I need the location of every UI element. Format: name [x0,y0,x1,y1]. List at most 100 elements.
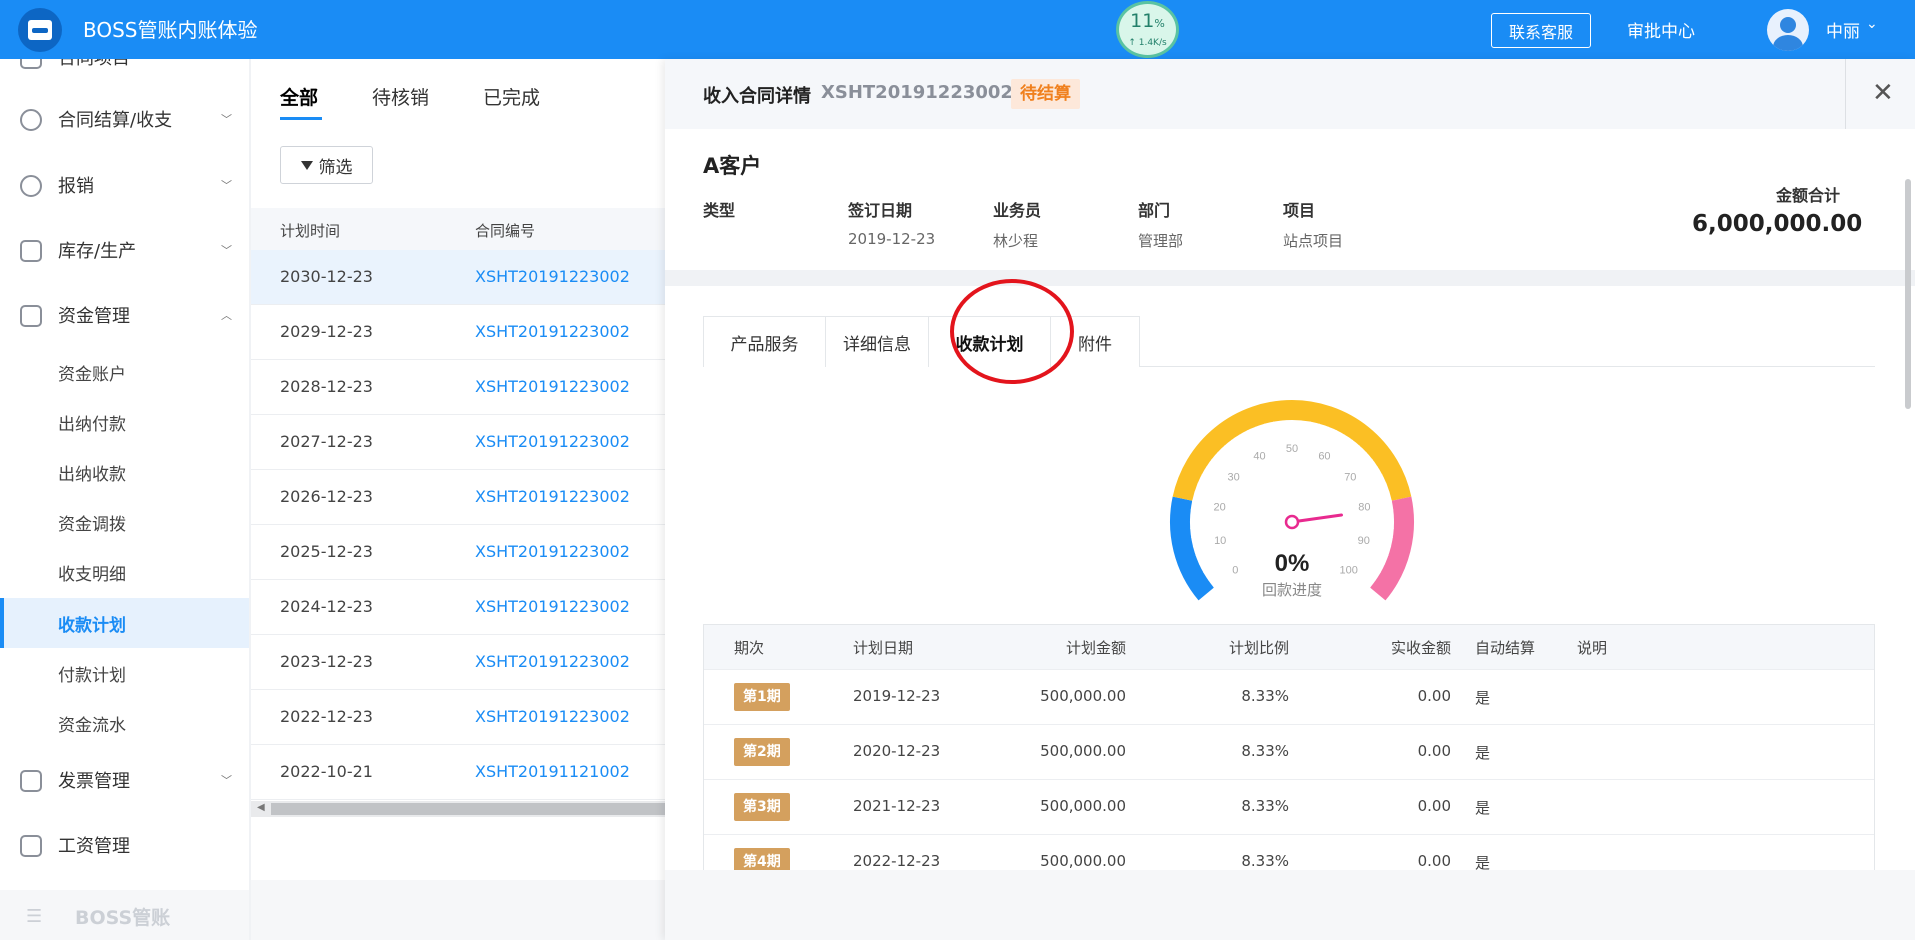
gauge-tick [1341,434,1346,440]
plan-amount: 500,000.00 [1040,852,1126,870]
schedule-row: 第2期 2020-12-23 500,000.00 8.33% 0.00 是 [704,724,1874,779]
gauge-tick [1197,482,1203,486]
info-sign-date: 签订日期 2019-12-23 [848,197,935,248]
tab-product-service[interactable]: 产品服务 [703,316,826,367]
contract-no-link[interactable]: XSHT20191223002 [475,542,630,561]
total-amount-label: 金额合计 [1776,186,1841,205]
contract-no-link[interactable]: XSHT20191223002 [475,597,630,616]
plan-ratio: 8.33% [1241,797,1289,815]
drawer-footer [665,870,1915,940]
contract-no-link[interactable]: XSHT20191121002 [475,762,630,781]
info-label: 类型 [703,201,736,220]
tab-all[interactable]: 全部 [280,83,318,110]
gauge-tick [1382,543,1392,548]
user-avatar[interactable] [1767,9,1809,51]
sidebar-item-label: 报销 [58,176,94,197]
plan-time: 2022-12-23 [280,707,373,726]
tab-detail-info[interactable]: 详细信息 [825,316,929,367]
plan-ratio: 8.33% [1241,742,1289,760]
receipt-schedule-table: 期次 计划日期 计划金额 计划比例 实收金额 自动结算 说明 第1期 2019-1… [703,624,1875,870]
info-label: 项目 [1283,201,1316,220]
contract-no-link[interactable]: XSHT20191223002 [475,487,630,506]
sidebar-item-receipt-plan[interactable]: 收款计划 [0,598,249,648]
filter-button[interactable]: 筛选 [280,146,373,184]
gauge-tick [1255,426,1259,432]
schedule-row: 第4期 2022-12-23 500,000.00 8.33% 0.00 是 [704,834,1874,870]
plan-amount: 500,000.00 [1040,687,1126,705]
close-icon[interactable]: ✕ [1872,78,1894,108]
table-row[interactable]: 2023-12-23 XSHT20191223002 [251,635,665,690]
sidebar-item-income-expense[interactable]: 收支明细 [0,547,249,597]
sidebar-collapse-footer[interactable]: ☰ BOSS管账 [0,890,249,940]
chevron-down-icon: ﹀ [221,244,232,257]
yen-icon [20,175,42,197]
sidebar-item-reimbursement[interactable]: 报销 ﹀ [0,165,249,205]
table-row[interactable]: 2026-12-23 XSHT20191223002 [251,470,665,525]
sidebar-item-cashier-payment[interactable]: 出纳付款 [0,397,249,447]
auto-settle: 是 [1475,854,1491,870]
received-amount: 0.00 [1417,797,1451,815]
table-row[interactable]: 2022-12-23 XSHT20191223002 [251,690,665,745]
gauge-tick [1217,451,1222,456]
network-percent: 11 [1130,10,1155,32]
table-row[interactable]: 2027-12-23 XSHT20191223002 [251,415,665,470]
table-row[interactable]: 2029-12-23 XSHT20191223002 [251,305,665,360]
scrollbar-thumb[interactable] [271,803,665,815]
gauge-tick [1198,561,1204,565]
column-plan-time: 计划时间 [280,222,341,240]
filter-label: 筛选 [318,157,353,178]
plan-date: 2019-12-23 [853,687,941,705]
sidebar-item-contract-settlement[interactable]: 合同结算/收支 ﹀ [0,99,249,139]
gauge-tick-label: 90 [1358,535,1370,547]
collection-progress-gauge: 0 10 20 30 40 50 60 70 80 90 100 0% 回款进度 [1170,400,1414,601]
user-name[interactable]: 中丽 [1826,17,1860,42]
info-value: 林少程 [993,232,1039,250]
tab-completed[interactable]: 已完成 [483,83,540,110]
gauge-tick-label: 0 [1232,565,1238,577]
contract-no-link[interactable]: XSHT20191223002 [475,652,630,671]
tab-pending[interactable]: 待核销 [372,83,429,110]
sidebar-item-contract-project[interactable]: 合同项目 [0,59,249,77]
schedule-row: 第3期 2021-12-23 500,000.00 8.33% 0.00 是 [704,779,1874,834]
sidebar-item-salary[interactable]: 工资管理 [0,825,249,865]
table-row[interactable]: 2030-12-23 XSHT20191223002 [251,250,665,305]
contract-no-link[interactable]: XSHT20191223002 [475,267,630,286]
chevron-down-icon[interactable]: ⌄ [1866,16,1878,32]
gauge-tick [1246,429,1252,439]
sidebar-item-cashier-receipt[interactable]: 出纳收款 [0,447,249,497]
gauge-tick [1309,421,1311,427]
horizontal-scrollbar[interactable]: ◀ [251,801,665,817]
period-badge: 第3期 [734,793,790,821]
contract-no-link[interactable]: XSHT20191223002 [475,707,630,726]
approval-center-link[interactable]: 审批中心 [1627,17,1695,42]
table-row[interactable]: 2024-12-23 XSHT20191223002 [251,580,665,635]
plan-time: 2024-12-23 [280,597,373,616]
contract-no-link[interactable]: XSHT20191223002 [475,432,630,451]
table-row[interactable]: 2022-10-21 XSHT20191121002 [251,745,665,800]
plan-time: 2026-12-23 [280,487,373,506]
scroll-left-icon[interactable]: ◀ [257,802,265,813]
contact-service-button[interactable]: 联系客服 [1491,13,1591,48]
gauge-pivot [1284,514,1300,530]
schedule-row: 第1期 2019-12-23 500,000.00 8.33% 0.00 是 [704,669,1874,724]
sidebar-item-fund-transfer[interactable]: 资金调拨 [0,497,249,547]
contract-no-link[interactable]: XSHT20191223002 [475,322,630,341]
gauge-tick [1195,553,1201,557]
gauge-tick-label: 20 [1213,502,1225,514]
gauge-tick [1382,500,1392,504]
salary-icon [20,835,42,857]
sidebar-item-fund-account[interactable]: 资金账户 [0,347,249,397]
column-plan-amount: 计划金额 [1065,639,1126,657]
sidebar-item-fund-flow[interactable]: 资金流水 [0,698,249,748]
plan-time: 2028-12-23 [280,377,373,396]
network-speed-badge[interactable]: 11% ↑ 1.4K/s [1116,1,1179,58]
gauge-tick [1213,581,1222,589]
table-row[interactable]: 2025-12-23 XSHT20191223002 [251,525,665,580]
sidebar-item-funds[interactable]: 资金管理 ︿ [0,295,249,335]
contract-no-link[interactable]: XSHT20191223002 [475,377,630,396]
sidebar-item-invoice[interactable]: 发票管理 ﹀ [0,760,249,800]
sidebar-item-inventory[interactable]: 库存/生产 ﹀ [0,230,249,270]
vertical-scrollbar[interactable] [1905,179,1911,409]
table-row[interactable]: 2028-12-23 XSHT20191223002 [251,360,665,415]
sidebar-item-payment-plan[interactable]: 付款计划 [0,648,249,698]
